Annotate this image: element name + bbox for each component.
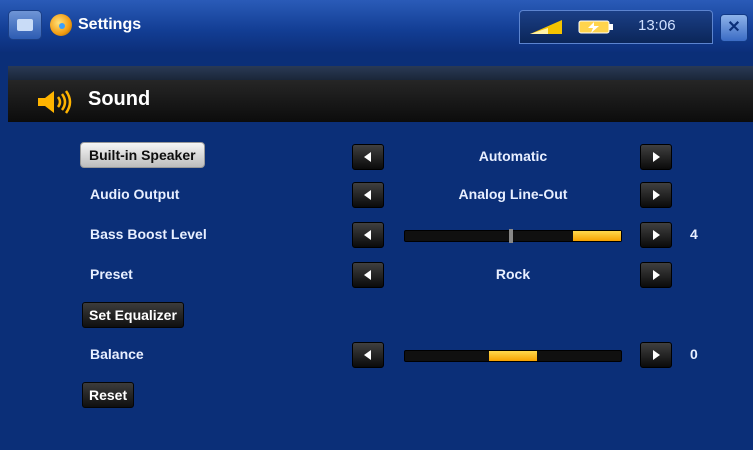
speaker-next-button[interactable] bbox=[640, 144, 672, 170]
speaker-value: Automatic bbox=[478, 148, 548, 164]
balance-slider[interactable] bbox=[404, 350, 622, 362]
settings-icon bbox=[50, 14, 72, 36]
setting-row-bass-boost: Bass Boost Level 4 bbox=[0, 218, 753, 252]
setting-row-balance: Balance 0 bbox=[0, 338, 753, 372]
audio-output-next-button[interactable] bbox=[640, 182, 672, 208]
wifi-signal-icon bbox=[530, 20, 562, 34]
bass-boost-prev-button[interactable] bbox=[352, 222, 384, 248]
app-title: Settings bbox=[78, 16, 142, 33]
speaker-setting-button[interactable]: Built-in Speaker bbox=[80, 142, 205, 168]
preset-next-button[interactable] bbox=[640, 262, 672, 288]
setting-row-audio-output: Audio Output Analog Line-Out bbox=[0, 178, 753, 212]
bass-boost-fill bbox=[573, 231, 621, 241]
speaker-icon bbox=[38, 90, 72, 114]
bass-boost-value: 4 bbox=[690, 226, 698, 242]
preset-label: Preset bbox=[90, 266, 133, 282]
balance-next-button[interactable] bbox=[640, 342, 672, 368]
bass-boost-label: Bass Boost Level bbox=[90, 226, 207, 242]
setting-row-reset: Reset bbox=[0, 380, 753, 414]
preset-value: Rock bbox=[495, 266, 531, 282]
close-button[interactable]: ✕ bbox=[720, 14, 748, 42]
tab-strip bbox=[8, 66, 753, 80]
section-header: Sound bbox=[8, 80, 753, 122]
bass-boost-center-mark bbox=[509, 229, 513, 243]
reset-button[interactable]: Reset bbox=[82, 382, 135, 408]
title-bar: Settings 13:06 ✕ bbox=[0, 0, 753, 52]
menu-icon bbox=[17, 19, 33, 31]
menu-button[interactable] bbox=[8, 10, 42, 40]
bass-boost-next-button[interactable] bbox=[640, 222, 672, 248]
speaker-prev-button[interactable] bbox=[352, 144, 384, 170]
balance-prev-button[interactable] bbox=[352, 342, 384, 368]
close-icon: ✕ bbox=[727, 19, 741, 36]
status-area: 13:06 bbox=[519, 10, 713, 44]
set-equalizer-button[interactable]: Set Equalizer bbox=[82, 302, 184, 328]
battery-charging-icon bbox=[578, 20, 613, 34]
setting-row-equalizer: Set Equalizer bbox=[0, 300, 753, 334]
balance-value: 0 bbox=[690, 346, 698, 362]
audio-output-value: Analog Line-Out bbox=[458, 186, 568, 202]
balance-fill bbox=[489, 351, 537, 361]
section-title: Sound bbox=[88, 88, 151, 110]
bass-boost-slider[interactable] bbox=[404, 229, 622, 243]
balance-label: Balance bbox=[90, 346, 144, 362]
clock: 13:06 bbox=[638, 17, 676, 34]
preset-prev-button[interactable] bbox=[352, 262, 384, 288]
setting-row-speaker: Built-in Speaker Automatic bbox=[0, 140, 753, 174]
audio-output-label: Audio Output bbox=[90, 186, 180, 202]
audio-output-prev-button[interactable] bbox=[352, 182, 384, 208]
setting-row-preset: Preset Rock bbox=[0, 258, 753, 292]
